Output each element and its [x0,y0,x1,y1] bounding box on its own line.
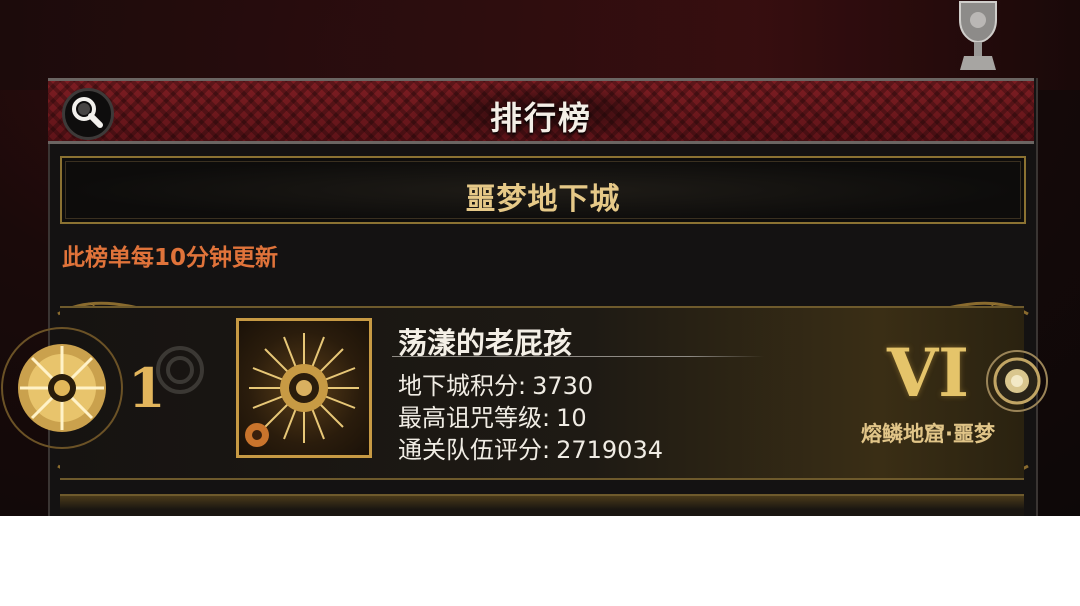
player-avatar[interactable] [236,318,372,458]
tier-name: 熔鳞地窟·噩梦 [861,422,995,446]
stat-value: 3730 [532,372,594,400]
stat-value: 10 [556,404,587,432]
sun-emblem-icon [245,333,359,447]
stat-value: 2719034 [556,436,663,464]
stat-label: 通关队伍评分: [398,436,551,464]
next-leaderboard-entry[interactable] [60,494,1024,516]
dungeon-category-label: 噩梦地下城 [465,182,621,217]
sun-medal-icon [1,327,123,449]
leaderboard-header: 排行榜 [48,78,1034,144]
dungeon-category-tab[interactable]: 噩梦地下城 [60,156,1026,224]
search-button[interactable] [62,88,114,140]
orb-icon [986,350,1048,412]
update-notice: 此榜单每10分钟更新 [62,245,279,271]
magnifier-icon [72,97,103,128]
stat-label: 地下城积分: [398,372,527,400]
rank-number: 1 [128,356,166,420]
team-rating-stat: 通关队伍评分: 2719034 [398,430,663,465]
name-divider [392,356,764,357]
page-title: 排行榜 [489,99,592,137]
max-curse-level-stat: 最高诅咒等级: 10 [398,398,587,433]
trophy-icon[interactable] [948,0,1008,72]
game-screen: 排行榜 噩梦地下城 此榜单每10分钟更新 1 荡漾的老屁孩 地下城积分: 373… [0,0,1080,516]
stat-label: 最高诅咒等级: [398,404,551,432]
tier-numeral: VI [886,334,970,412]
dungeon-score-stat: 地下城积分: 3730 [398,366,593,401]
